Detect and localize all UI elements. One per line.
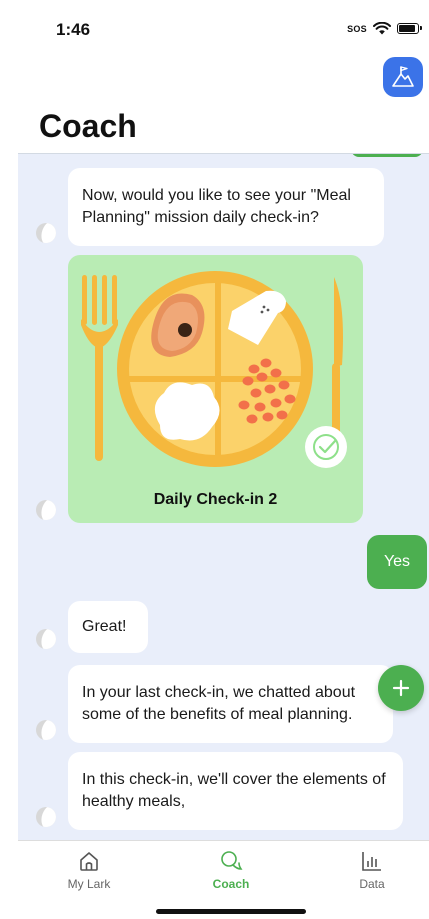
bar-chart-icon [362, 852, 381, 871]
screen-edge [0, 0, 18, 919]
home-indicator[interactable] [156, 909, 306, 914]
home-icon [80, 852, 98, 871]
coach-avatar [36, 629, 56, 649]
coach-message-text: Now, would you like to see your "Meal Pl… [82, 187, 351, 226]
tab-label: Coach [212, 877, 250, 891]
tab-label: Data [359, 877, 385, 891]
fork-icon [81, 275, 118, 461]
sos-indicator: SOS [347, 23, 367, 34]
battery-icon [397, 23, 422, 34]
status-icons: SOS [347, 22, 422, 35]
app-screen: 1:46 SOS Coach Now, would you like to se… [0, 0, 429, 919]
meal-plate-illustration [81, 271, 347, 468]
coach-avatar [36, 500, 56, 520]
chat-bubble-icon [221, 851, 243, 870]
plus-icon [392, 679, 410, 697]
tab-my-lark[interactable]: My Lark [24, 841, 154, 901]
card-caption: Daily Check-in 2 [153, 491, 278, 508]
check-circle-icon [305, 426, 347, 468]
coach-avatar [36, 720, 56, 740]
status-bar: 1:46 SOS [18, 0, 429, 60]
tab-label: My Lark [67, 877, 111, 891]
header: Coach [18, 57, 429, 153]
tab-data[interactable]: Data [307, 841, 429, 901]
header-divider [18, 153, 429, 154]
coach-avatar [36, 223, 56, 243]
coach-message-text: In your last check-in, we chatted about … [82, 684, 356, 723]
coach-message-bubble: In your last check-in, we chatted about … [68, 665, 393, 743]
coach-message-bubble: Great! [68, 601, 148, 653]
missions-button[interactable] [383, 57, 423, 97]
wifi-icon [373, 22, 391, 35]
coach-message-text: In this check-in, we'll cover the elemen… [82, 771, 386, 810]
daily-checkin-card[interactable]: Daily Check-in 2 [68, 255, 363, 523]
chat-thread[interactable]: Now, would you like to see your "Meal Pl… [18, 153, 429, 840]
page-title: Coach [39, 108, 137, 144]
tab-bar: My Lark Coach Data [18, 840, 429, 919]
tab-coach[interactable]: Coach [166, 841, 296, 901]
status-time: 1:46 [56, 20, 91, 39]
user-message-bubble: Yes [367, 535, 427, 589]
mountain-flag-icon [392, 66, 414, 87]
user-message-text: Yes [383, 553, 411, 570]
coach-message-text: Great! [82, 618, 127, 635]
add-button[interactable] [378, 665, 424, 711]
coach-message-bubble: Now, would you like to see your "Meal Pl… [68, 168, 384, 246]
coach-avatar [36, 807, 56, 827]
coach-message-bubble: In this check-in, we'll cover the elemen… [68, 752, 403, 830]
